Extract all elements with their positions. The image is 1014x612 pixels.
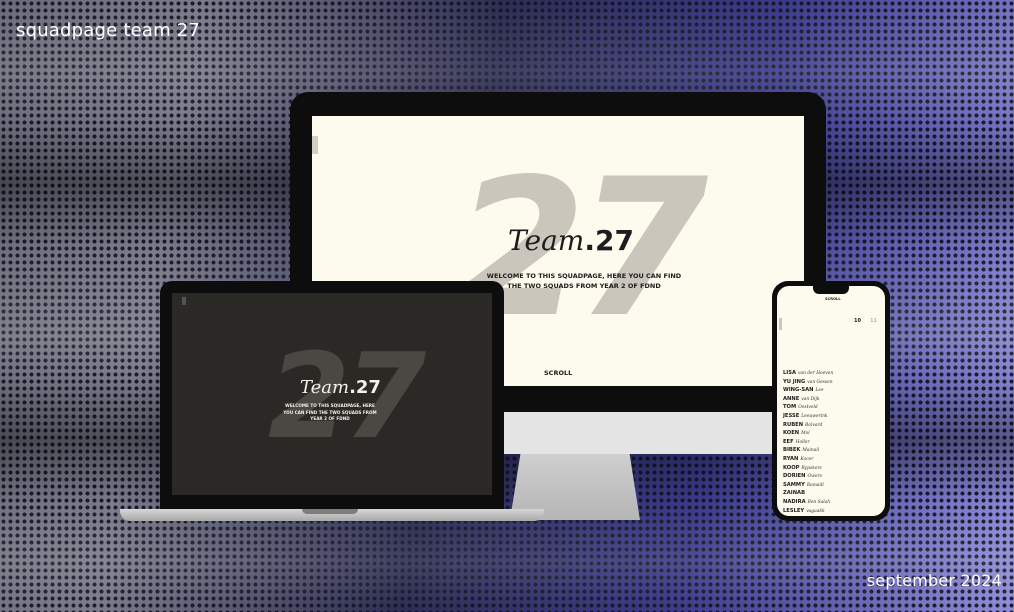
member-last-name: Bolvard <box>805 422 823 428</box>
member-first-name: BIBEK <box>783 447 801 454</box>
phone: SCROLL 10 11 LISA van der Hoeven YU JING va… <box>772 281 890 521</box>
brand-bold: .27 <box>584 224 634 257</box>
laptop-screen: 27 Team.27 WELCOME TO THIS SQUADPAGE, HE… <box>172 293 492 495</box>
scroll-link[interactable]: SCROLL <box>825 297 841 301</box>
member-last-name: Baouidi <box>806 482 824 488</box>
page-title: squadpage team 27 <box>16 20 201 41</box>
member-last-name: Kocer <box>800 456 814 462</box>
member-first-name: RYAN <box>783 455 799 462</box>
list-item[interactable]: RYAN Kocer <box>783 456 883 465</box>
brand-bold: .27 <box>349 377 381 398</box>
member-last-name: Lee <box>815 388 824 394</box>
screen-edge-mark <box>312 136 318 154</box>
squad-tab-10[interactable]: 10 <box>854 318 861 324</box>
member-first-name: DORIEN <box>783 473 806 480</box>
member-list: LISA van der Hoeven YU JING van Gessen WING-… <box>783 370 883 516</box>
screen-edge-mark <box>779 318 782 330</box>
member-last-name: van der Hoeven <box>798 371 834 376</box>
list-item[interactable]: KOOP Rypskers <box>783 465 883 474</box>
list-item[interactable]: WING-SAN Lee <box>783 387 883 396</box>
member-last-name: van Gessen <box>807 379 833 385</box>
member-last-name: van Dijk <box>801 396 820 402</box>
member-first-name: JESSE <box>783 412 800 419</box>
member-first-name: SAMMY <box>783 481 805 488</box>
member-last-name: Leeuwerink <box>801 413 828 419</box>
welcome-text: WELCOME TO THIS SQUADPAGE, HERE YOU CAN … <box>486 272 682 290</box>
member-first-name: NADIRA <box>783 498 806 505</box>
member-first-name: YU JING <box>783 378 806 385</box>
member-last-name: Mol <box>801 431 810 437</box>
list-item[interactable]: ZAINAB <box>783 490 883 499</box>
member-first-name: EEF <box>783 438 794 445</box>
member-last-name: Ben Salah <box>807 499 831 505</box>
list-item[interactable]: LISA van der Hoeven <box>783 370 883 379</box>
list-item[interactable]: BIBEK Mainali <box>783 447 883 456</box>
member-first-name: TOM <box>783 404 797 411</box>
laptop-notch <box>302 509 358 514</box>
brand-logo: Team.27 <box>300 377 381 398</box>
list-item[interactable]: DORIEN Owers <box>783 473 883 482</box>
laptop: 27 Team.27 WELCOME TO THIS SQUADPAGE, HE… <box>160 281 504 509</box>
list-item[interactable]: EEF Holler <box>783 439 883 448</box>
member-first-name: LISA <box>783 370 796 376</box>
list-item[interactable]: LESLEY vagaakk <box>783 508 883 517</box>
squad-tab-11[interactable]: 11 <box>870 318 877 324</box>
member-first-name: KOEN <box>783 430 800 437</box>
member-first-name: KOOP <box>783 464 800 471</box>
list-item[interactable]: TOM Oostveld <box>783 404 883 413</box>
member-last-name: Rypskers <box>801 465 822 471</box>
phone-notch <box>813 286 849 294</box>
scroll-link[interactable]: SCROLL <box>544 369 572 377</box>
member-first-name: ANNE <box>783 395 800 402</box>
screen-edge-mark <box>182 297 186 305</box>
member-first-name: LESLEY <box>783 507 805 514</box>
member-last-name: Mainali <box>802 448 820 454</box>
list-item[interactable]: SAMMY Baouidi <box>783 482 883 491</box>
brand-script: Team <box>300 377 350 398</box>
list-item[interactable]: ANNE van Dijk <box>783 396 883 405</box>
brand-script: Team <box>508 224 585 257</box>
member-last-name: Owers <box>807 474 822 480</box>
member-last-name: Holler <box>795 439 810 445</box>
brand-logo: Team.27 <box>508 224 634 257</box>
member-last-name: vagaakk <box>806 508 825 514</box>
list-item[interactable]: NADIRA Ben Salah <box>783 499 883 508</box>
member-first-name: ZAINAB <box>783 490 806 497</box>
welcome-text: WELCOME TO THIS SQUADPAGE, HERE YOU CAN … <box>283 403 377 422</box>
member-last-name: Oostveld <box>798 405 818 411</box>
list-item[interactable]: KOEN Mol <box>783 430 883 439</box>
phone-screen: SCROLL 10 11 LISA van der Hoeven YU JING va… <box>777 286 885 516</box>
date-label: september 2024 <box>866 571 1002 590</box>
member-first-name: WING-SAN <box>783 387 814 394</box>
list-item[interactable]: RUBEN Bolvard <box>783 422 883 431</box>
list-item[interactable]: YU JING van Gessen <box>783 379 883 388</box>
member-first-name: RUBEN <box>783 421 804 428</box>
list-item[interactable]: JESSE Leeuwerink <box>783 413 883 422</box>
